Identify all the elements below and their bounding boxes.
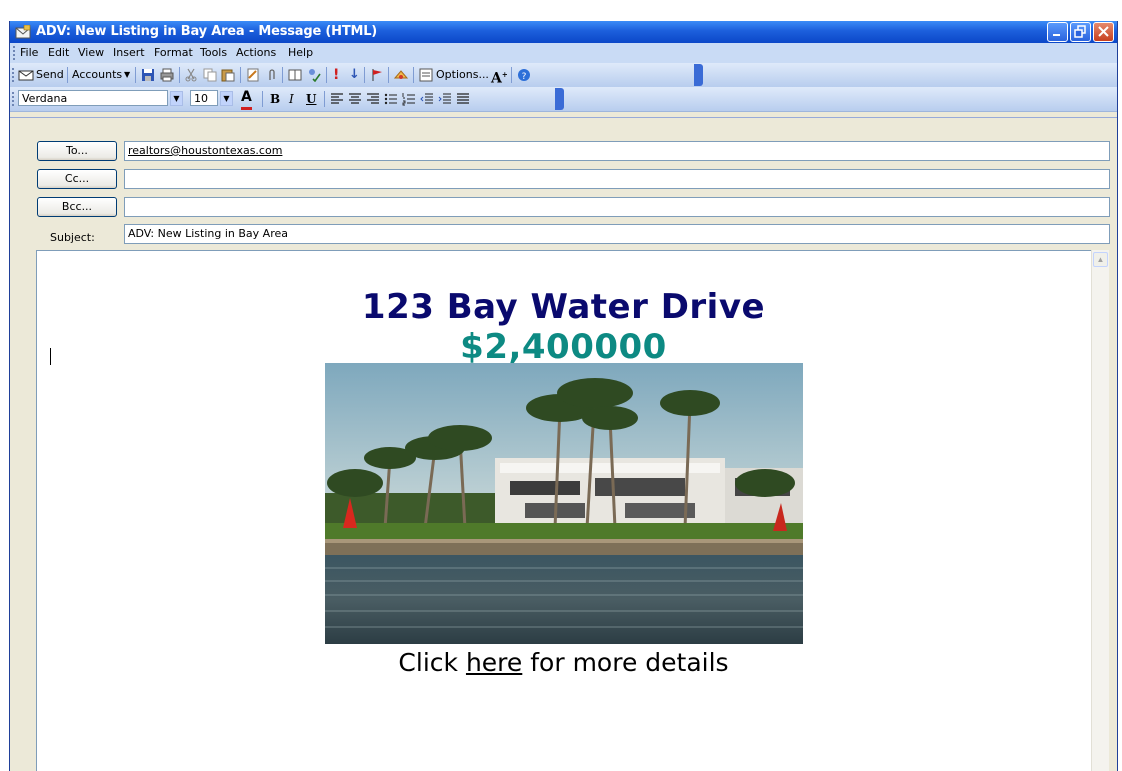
minimize-icon [1053,34,1060,36]
toolbar-separator [67,67,68,83]
flag-icon[interactable] [370,68,384,82]
message-window: ADV: New Listing in Bay Area - Message (… [9,21,1118,771]
help-icon[interactable]: ? [517,68,531,82]
options-button[interactable]: Options... [436,67,489,83]
details-link[interactable]: here [466,648,522,677]
font-size-box[interactable]: 10 [190,90,218,106]
bold-icon[interactable]: B [270,91,280,107]
toolbar-separator [511,67,512,83]
font-name-box[interactable]: Verdana [18,90,168,106]
send-button[interactable]: Send [36,67,64,83]
copy-icon[interactable] [203,68,217,82]
menu-format[interactable]: Format [154,46,193,59]
save-icon[interactable] [141,68,155,82]
italic-icon[interactable]: I [289,91,294,107]
listing-headline: 123 Bay Water Drive [361,287,766,327]
check-names-icon[interactable] [307,68,321,82]
address-book-icon[interactable] [288,68,302,82]
property-photo [325,363,803,644]
close-button[interactable] [1093,22,1114,42]
align-center-icon[interactable] [348,92,362,106]
toolbar-separator [135,67,136,83]
line-style-icon[interactable] [456,92,470,106]
menu-help[interactable]: Help [288,46,313,59]
scroll-up-arrow-icon[interactable]: ▲ [1093,252,1108,267]
toolbar-separator [324,91,325,107]
title-bar[interactable]: ADV: New Listing in Bay Area - Message (… [10,21,1117,43]
underline-icon[interactable]: U [306,91,316,107]
bcc-button[interactable]: Bcc... [37,197,117,217]
attach-icon[interactable] [265,68,279,82]
restore-button[interactable] [1070,22,1091,42]
toolbar-options-chevron[interactable] [555,88,564,110]
menu-bar: File Edit View Insert Format Tools Actio… [10,43,1117,63]
close-icon [1098,26,1109,37]
svg-text:?: ? [522,72,527,82]
subject-field[interactable]: ADV: New Listing in Bay Area [124,224,1110,244]
cc-field[interactable] [124,169,1110,189]
standard-toolbar: Send Accounts ▼ ! ↓ Options... A+ ? [10,63,1117,88]
permissions-icon[interactable] [394,68,408,82]
font-name-dropdown[interactable]: ▼ [170,91,183,106]
font-size-dropdown[interactable]: ▼ [220,91,233,106]
insert-file-icon[interactable] [246,68,260,82]
toolbar-separator [179,67,180,83]
toolbar-separator [364,67,365,83]
print-icon[interactable] [160,68,174,82]
accounts-button[interactable]: Accounts [72,67,122,83]
subject-label: Subject: [50,231,95,244]
to-field[interactable]: realtors@houstontexas.com [124,141,1110,161]
details-prefix: Click [398,648,466,677]
cut-icon[interactable] [184,68,198,82]
toolbar-options-chevron[interactable] [694,64,703,86]
align-right-icon[interactable] [366,92,380,106]
details-suffix: for more details [522,648,729,677]
menu-view[interactable]: View [78,46,104,59]
toolbar-grip[interactable] [12,68,14,82]
menu-edit[interactable]: Edit [48,46,69,59]
numbering-icon[interactable] [402,92,416,106]
menu-actions[interactable]: Actions [236,46,276,59]
accounts-dropdown-icon[interactable]: ▼ [124,67,130,83]
window-title: ADV: New Listing in Bay Area - Message (… [36,24,378,39]
toolbar-separator [240,67,241,83]
to-button[interactable]: To... [37,141,117,161]
toolbar-separator [326,67,327,83]
menu-insert[interactable]: Insert [113,46,145,59]
font-size-icon[interactable]: A+ [491,67,508,87]
send-icon [18,70,34,81]
details-line: Click here for more details [10,648,1117,677]
paste-icon[interactable] [221,68,235,82]
formatting-toolbar: Verdana ▼ 10 ▼ A B I U [10,87,1117,112]
cc-button[interactable]: Cc... [37,169,117,189]
message-icon [15,25,31,39]
listing-price: $2,400000 [460,327,667,367]
bcc-field[interactable] [124,197,1110,217]
font-color-icon[interactable]: A [241,90,252,110]
align-left-icon[interactable] [330,92,344,106]
toolbar-grip[interactable] [12,92,14,106]
options-icon [419,68,433,82]
toolbar-separator [282,67,283,83]
decrease-indent-icon[interactable] [420,92,434,106]
importance-high-icon[interactable]: ! [333,67,339,83]
restore-icon [1074,25,1086,38]
importance-low-icon[interactable]: ↓ [349,67,360,83]
bullets-icon[interactable] [384,92,398,106]
menu-file[interactable]: File [20,46,38,59]
toolbar-separator [388,67,389,83]
menu-grip[interactable] [13,46,17,60]
minimize-button[interactable] [1047,22,1068,42]
toolbar-separator [262,91,263,107]
increase-indent-icon[interactable] [438,92,452,106]
toolbar-separator [413,67,414,83]
menu-tools[interactable]: Tools [200,46,227,59]
